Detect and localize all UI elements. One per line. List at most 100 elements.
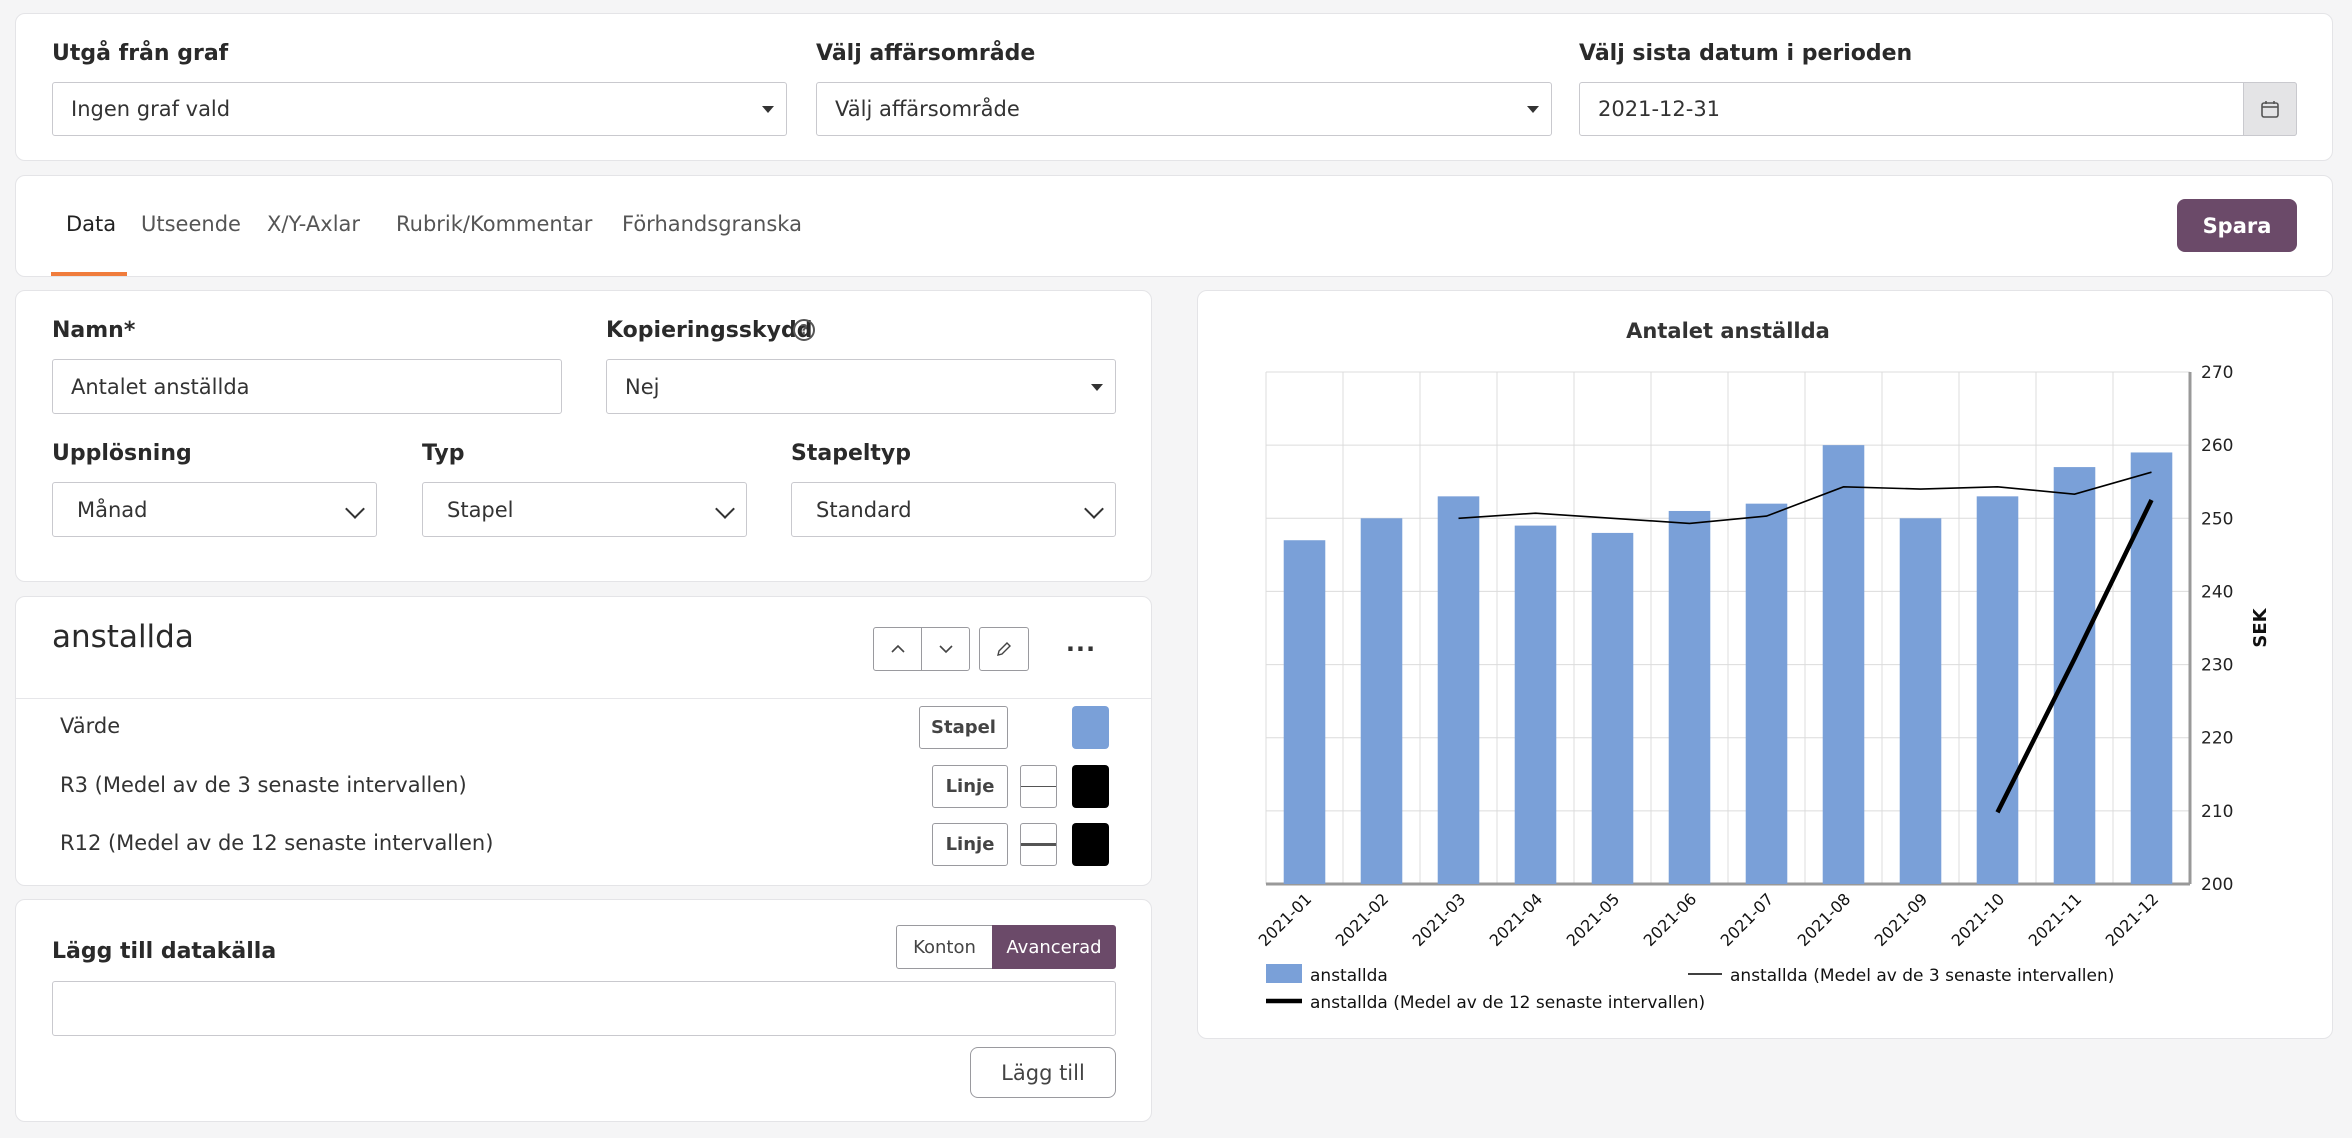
series-row-r12-color[interactable] bbox=[1072, 823, 1109, 866]
help-icon[interactable]: ? bbox=[793, 319, 815, 341]
x-tick-label: 2021-03 bbox=[1409, 889, 1470, 950]
bar bbox=[1976, 496, 2019, 884]
datasource-card: Lägg till datakälla Konton Avancerad Läg… bbox=[15, 899, 1152, 1122]
graph-select[interactable]: Ingen graf vald bbox=[52, 82, 787, 136]
settings-card: Namn* Antalet anställda Kopieringsskydd … bbox=[15, 290, 1152, 582]
area-select[interactable]: Välj affärsområde bbox=[816, 82, 1552, 136]
x-tick-label: 2021-04 bbox=[1486, 889, 1547, 950]
tab-xy-axlar[interactable]: X/Y-Axlar bbox=[267, 212, 360, 236]
legend-label: anstallda (Medel av de 3 senaste interva… bbox=[1730, 966, 2114, 986]
y-tick-label: 260 bbox=[2201, 436, 2233, 456]
series-row-r3-color[interactable] bbox=[1072, 765, 1109, 808]
series-row-r3-type-button[interactable]: Linje bbox=[932, 765, 1008, 808]
chevron-down-icon bbox=[715, 498, 735, 519]
thin-line-icon bbox=[1021, 786, 1056, 787]
bar bbox=[1668, 510, 1711, 884]
series-row-r12-label: R12 (Medel av de 12 senaste intervallen) bbox=[60, 831, 494, 855]
copy-protection-value: Nej bbox=[625, 374, 660, 399]
save-button[interactable]: Spara bbox=[2177, 199, 2297, 252]
y-tick-label: 250 bbox=[2201, 509, 2233, 529]
bar bbox=[1360, 518, 1403, 884]
chart: Antalet anställda 200 210 220 230 240 250 260 27… bbox=[1255, 319, 2271, 1013]
edit-button[interactable] bbox=[979, 627, 1029, 671]
graph-filter-label: Utgå från graf bbox=[52, 41, 229, 66]
x-tick-label: 2021-05 bbox=[1563, 889, 1624, 950]
x-tick-label: 2021-09 bbox=[1871, 889, 1932, 950]
resolution-value: Månad bbox=[77, 497, 148, 522]
tab-forhandsgranska[interactable]: Förhandsgranska bbox=[622, 212, 802, 236]
bar bbox=[1822, 445, 1865, 884]
y-tick-label: 220 bbox=[2201, 729, 2233, 749]
area-select-value: Välj affärsområde bbox=[835, 97, 1020, 121]
thick-line-icon bbox=[1021, 843, 1056, 846]
copy-protection-label: Kopieringsskydd bbox=[606, 318, 813, 343]
mode-konton-button[interactable]: Konton bbox=[896, 925, 993, 969]
add-datasource-button[interactable]: Lägg till bbox=[970, 1047, 1116, 1098]
type-select[interactable]: Stapel bbox=[422, 482, 747, 537]
bar bbox=[2053, 467, 2096, 884]
y-tick-label: 270 bbox=[2201, 363, 2233, 383]
series-row-r3-line-style[interactable] bbox=[1020, 765, 1057, 808]
legend-label: anstallda (Medel av de 12 senaste interv… bbox=[1310, 993, 1705, 1013]
datasource-label: Lägg till datakälla bbox=[52, 939, 277, 964]
graph-select-value: Ingen graf vald bbox=[71, 97, 231, 121]
tab-data[interactable]: Data bbox=[66, 212, 116, 236]
chevron-down-icon bbox=[345, 498, 365, 519]
series-row-value-label: Värde bbox=[60, 714, 121, 738]
bar bbox=[1283, 540, 1326, 884]
bartype-select[interactable]: Standard bbox=[791, 482, 1116, 537]
active-tab-indicator bbox=[51, 272, 127, 276]
resolution-select[interactable]: Månad bbox=[52, 482, 377, 537]
bar bbox=[1745, 503, 1788, 884]
resolution-label: Upplösning bbox=[52, 441, 192, 466]
filter-card: Utgå från graf Ingen graf vald Välj affä… bbox=[15, 13, 2333, 161]
tab-rubrik-kommentar[interactable]: Rubrik/Kommentar bbox=[396, 212, 592, 236]
caret-down-icon bbox=[1091, 383, 1103, 391]
calendar-icon bbox=[2261, 101, 2279, 118]
caret-down-icon bbox=[762, 106, 774, 113]
pencil-icon bbox=[997, 642, 1011, 656]
y-tick-label: 210 bbox=[2201, 802, 2233, 822]
legend-label: anstallda bbox=[1310, 966, 1388, 986]
date-input[interactable]: 2021-12-31 bbox=[1579, 82, 2297, 136]
name-input[interactable]: Antalet anställda bbox=[52, 359, 562, 414]
series-row-r3-label: R3 (Medel av de 3 senaste intervallen) bbox=[60, 773, 467, 797]
series-row-value-type-button[interactable]: Stapel bbox=[919, 706, 1008, 749]
bar bbox=[1591, 532, 1634, 884]
type-value: Stapel bbox=[447, 497, 514, 522]
calendar-button[interactable] bbox=[2243, 82, 2297, 136]
move-down-button[interactable] bbox=[921, 627, 970, 671]
series-title: anstallda bbox=[52, 619, 194, 655]
chevron-down-icon bbox=[1084, 498, 1104, 519]
y-tick-label: 240 bbox=[2201, 582, 2233, 602]
series-card: anstallda ··· Värde Stapel R3 (Medel av … bbox=[15, 596, 1152, 886]
tab-utseende[interactable]: Utseende bbox=[141, 212, 241, 236]
date-input-value: 2021-12-31 bbox=[1598, 97, 1721, 121]
series-row-r12-type-button[interactable]: Linje bbox=[932, 823, 1008, 866]
copy-protection-select[interactable]: Nej bbox=[606, 359, 1116, 414]
bartype-label: Stapeltyp bbox=[791, 441, 912, 466]
name-label: Namn* bbox=[52, 318, 136, 343]
caret-down-icon bbox=[1527, 106, 1539, 113]
type-label: Typ bbox=[422, 441, 465, 466]
datasource-input[interactable] bbox=[52, 981, 1116, 1036]
x-tick-label: 2021-08 bbox=[1794, 889, 1855, 950]
chart-title: Antalet anställda bbox=[1626, 319, 1830, 343]
series-row-value-color[interactable] bbox=[1072, 706, 1109, 749]
chart-card: Antalet anställda 200 210 220 230 240 250 260 27… bbox=[1197, 290, 2333, 1039]
chevron-down-icon bbox=[938, 645, 953, 654]
series-row-r12-line-style[interactable] bbox=[1020, 823, 1057, 866]
move-up-button[interactable] bbox=[873, 627, 922, 671]
date-filter-label: Välj sista datum i perioden bbox=[1579, 41, 1913, 66]
name-input-value: Antalet anställda bbox=[71, 374, 250, 399]
area-filter-label: Välj affärsområde bbox=[816, 41, 1036, 66]
divider bbox=[16, 698, 1151, 699]
x-tick-label: 2021-01 bbox=[1255, 889, 1316, 950]
bar bbox=[1899, 518, 1942, 884]
legend-swatch-bar bbox=[1266, 964, 1302, 983]
y-axis-title: SEK bbox=[2250, 607, 2271, 647]
mode-avancerad-button[interactable]: Avancerad bbox=[992, 925, 1116, 969]
x-tick-label: 2021-10 bbox=[1948, 889, 2009, 950]
bar bbox=[2130, 452, 2173, 884]
more-options-icon[interactable]: ··· bbox=[1061, 627, 1101, 671]
